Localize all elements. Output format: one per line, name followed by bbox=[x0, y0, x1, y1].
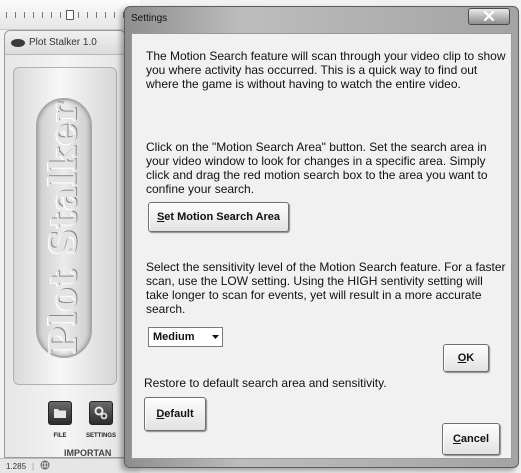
timeline-ruler bbox=[0, 0, 140, 30]
plot-stalker-titlebar: Plot Stalker 1.0 bbox=[5, 31, 125, 55]
file-button-label: FILE bbox=[53, 433, 67, 439]
settings-button-label: SETTINGS bbox=[86, 433, 117, 439]
close-button[interactable] bbox=[468, 8, 510, 25]
plot-stalker-title: Plot Stalker 1.0 bbox=[29, 37, 97, 48]
search-area-instructions: Click on the "Motion Search Area" button… bbox=[146, 140, 488, 196]
ruler-marker[interactable] bbox=[66, 10, 74, 20]
close-x-icon bbox=[483, 8, 495, 26]
folder-icon bbox=[48, 401, 72, 425]
settings-dialog: Settings The Motion Search feature will … bbox=[124, 6, 519, 468]
set-area-mnemonic: S bbox=[156, 211, 165, 223]
plot-stalker-logo-panel: Plot Stalker bbox=[13, 67, 117, 385]
ok-button[interactable]: OK bbox=[443, 344, 489, 372]
plot-stalker-logo: Plot Stalker bbox=[36, 98, 92, 358]
ok-mnemonic: O bbox=[457, 352, 467, 364]
gears-icon bbox=[89, 401, 113, 425]
dialog-title: Settings bbox=[131, 13, 168, 24]
sensitivity-instructions: Select the sensitivity level of the Moti… bbox=[146, 260, 506, 316]
globe-icon bbox=[40, 460, 50, 472]
settings-titlebar[interactable]: Settings bbox=[125, 7, 518, 31]
plot-stalker-window: Plot Stalker 1.0 Plot Stalker FILE SETTI… bbox=[4, 30, 126, 458]
settings-body: The Motion Search feature will scan thro… bbox=[131, 33, 512, 459]
ok-label: K bbox=[466, 352, 475, 364]
default-label: efault bbox=[164, 408, 194, 420]
zoom-readout: 1.285 bbox=[6, 461, 27, 471]
cancel-label: ancel bbox=[460, 433, 490, 445]
file-button[interactable]: FILE bbox=[45, 401, 75, 449]
plot-stalker-logo-text: Plot Stalker bbox=[43, 101, 85, 355]
cancel-mnemonic: C bbox=[452, 433, 461, 445]
default-button[interactable]: Default bbox=[144, 397, 206, 431]
sensitivity-select[interactable]: Medium bbox=[148, 327, 223, 347]
set-area-label: et Motion Search Area bbox=[164, 211, 281, 223]
restore-defaults-text: Restore to default search area and sensi… bbox=[144, 376, 387, 390]
settings-button[interactable]: SETTINGS bbox=[86, 401, 116, 449]
underlying-window-text: IMPORTAN bbox=[64, 448, 112, 458]
plot-stalker-app-icon bbox=[11, 38, 25, 47]
status-separator: | bbox=[32, 461, 35, 471]
set-motion-search-area-button[interactable]: Set Motion Search Area bbox=[148, 202, 289, 232]
cancel-button[interactable]: Cancel bbox=[442, 423, 500, 455]
status-bar: 1.285 | bbox=[0, 458, 140, 473]
motion-search-intro: The Motion Search feature will scan thro… bbox=[146, 49, 506, 91]
sensitivity-value: Medium bbox=[153, 331, 195, 343]
default-mnemonic: D bbox=[156, 408, 165, 420]
dropdown-arrow-icon bbox=[208, 328, 222, 346]
